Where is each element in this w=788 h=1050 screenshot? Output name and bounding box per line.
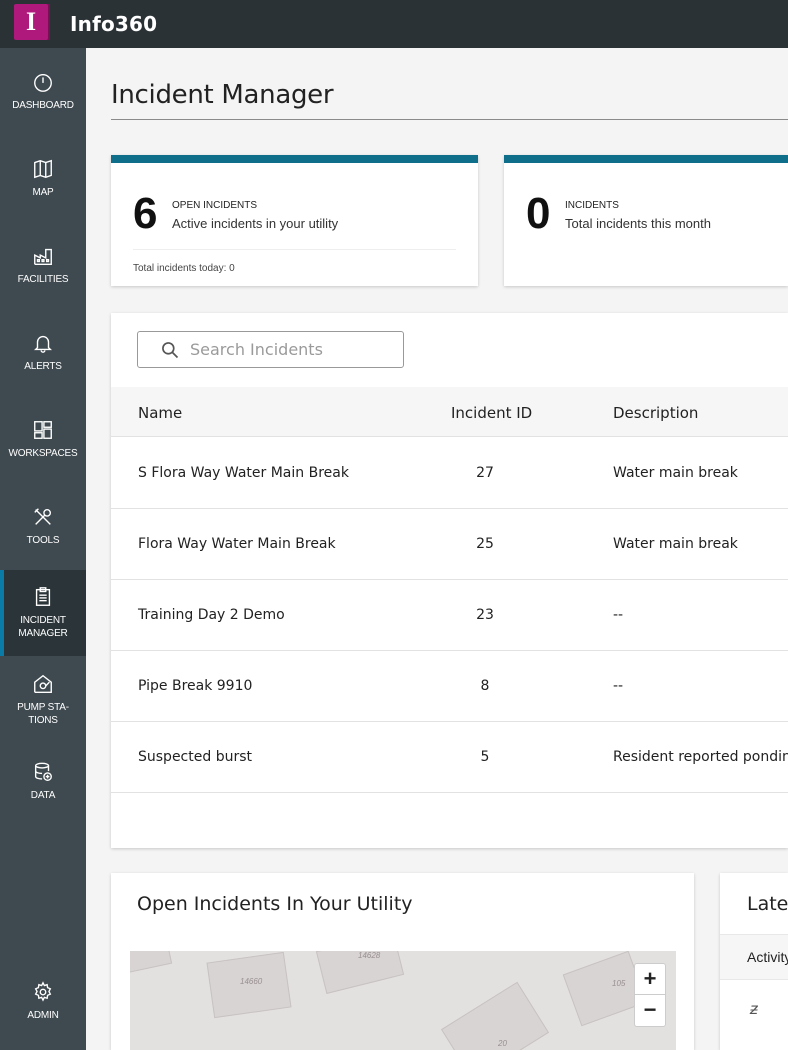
logo-letter: I [25,7,37,36]
latest-activity-card: Latest Activity ƶ [720,873,788,1050]
column-header-description[interactable]: Description [613,404,698,422]
grid-icon [34,420,52,439]
gauge-icon [34,73,52,92]
card-divider [133,249,456,250]
sidebar-item-facilities[interactable]: FACILITIES [0,222,86,308]
title-divider [111,119,788,120]
incidents-today-text: Total incidents today: 0 [133,263,235,274]
map-parcel-label: 105 [612,979,626,988]
table-header: Name Incident ID Description [111,387,788,437]
incident-name: Flora Way Water Main Break [138,536,336,552]
table-row[interactable]: Flora Way Water Main Break 25 Water main… [111,509,788,580]
open-incidents-count: 6 [133,189,158,238]
app-logo[interactable]: I [12,0,60,48]
map-panel-title: Open Incidents In Your Utility [137,893,413,915]
incident-name: Training Day 2 Demo [138,607,285,623]
sidebar: DASHBOARD MAP FACILITIES ALERTS WORKSPAC… [0,48,86,1050]
column-header-activity: Activity [747,949,788,965]
activity-type-icon: ƶ [750,1001,758,1018]
bell-icon [34,335,52,353]
sidebar-item-label: WORKSPACES [8,447,78,459]
search-icon [162,341,179,358]
database-icon [34,762,52,781]
incident-description: Resident reported ponding [613,749,788,765]
table-row[interactable]: Training Day 2 Demo 23 -- [111,580,788,651]
sidebar-item-map[interactable]: MAP [0,135,86,221]
latest-table-header: Activity [720,934,788,980]
open-incidents-map-card: Open Incidents In Your Utility 14660 146… [111,873,694,1050]
incidents-table-card: Name Incident ID Description S Flora Way… [111,313,788,848]
search-input[interactable] [190,340,390,359]
pump-station-icon [34,674,52,693]
open-incidents-card: 6 OPEN INCIDENTS Active incidents in you… [111,155,478,286]
table-row[interactable]: Pipe Break 9910 8 -- [111,651,788,722]
table-row[interactable]: Suspected burst 5 Resident reported pond… [111,722,788,793]
sidebar-item-label: ADMIN [27,1009,59,1021]
incident-description: Water main break [613,465,738,481]
gear-icon [34,980,52,1002]
map-parcel-label: 14660 [240,977,263,986]
open-incidents-subtitle: Active incidents in your utility [172,216,339,231]
table-row[interactable]: S Flora Way Water Main Break 27 Water ma… [111,438,788,509]
monthly-incidents-subtitle: Total incidents this month [565,216,711,231]
incident-name: Suspected burst [138,749,252,765]
sidebar-item-label: ALERTS [24,360,62,372]
sidebar-item-alerts[interactable]: ALERTS [0,309,86,395]
map-building [440,981,550,1050]
sidebar-item-dashboard[interactable]: DASHBOARD [0,48,86,134]
incident-id: 27 [476,465,494,481]
map-building [130,951,173,974]
map-zoom-control: + − [634,963,666,1027]
map-parcel-label: 14628 [358,951,381,960]
sidebar-item-label: DASHBOARD [12,99,74,111]
incident-description: Water main break [613,536,738,552]
latest-panel-title: Latest [747,893,788,915]
sidebar-item-label: TOOLS [26,534,60,546]
main-content: Incident Manager 6 OPEN INCIDENTS Active… [86,48,788,1050]
incident-id: 25 [476,536,494,552]
column-header-incident-id[interactable]: Incident ID [451,404,532,422]
incidents-map[interactable]: 14660 14628 105 20 + − [130,951,676,1050]
sidebar-item-incident-manager[interactable]: INCIDENT MANAGER [0,570,86,656]
incident-description: -- [613,678,624,694]
sidebar-item-label: FACILITIES [17,273,69,285]
monthly-incidents-count: 0 [526,189,551,238]
open-incidents-caption: OPEN INCIDENTS [172,200,258,211]
map-icon [34,159,52,178]
incident-id: 8 [480,678,490,694]
clipboard-icon [35,587,51,606]
sidebar-item-tools[interactable]: TOOLS [0,483,86,569]
monthly-incidents-caption: INCIDENTS [565,200,619,211]
zoom-out-button[interactable]: − [635,995,665,1026]
top-bar: I Info360 [0,0,788,48]
sidebar-item-label: DATA [30,789,56,801]
sidebar-item-workspaces[interactable]: WORKSPACES [0,396,86,482]
sidebar-item-pump-stations[interactable]: PUMP STA-TIONS [0,657,86,743]
sidebar-item-data[interactable]: DATA [0,738,86,824]
incident-name: S Flora Way Water Main Break [138,465,349,481]
factory-icon [34,248,52,265]
page-title: Incident Manager [111,80,334,110]
sidebar-item-label: INCIDENT MANAGER [18,615,68,639]
map-parcel-label: 20 [498,1039,507,1048]
incident-description: -- [613,607,624,623]
sidebar-item-admin[interactable]: ADMIN [0,958,86,1044]
sidebar-item-label: MAP [32,186,54,198]
app-title: Info360 [70,12,158,36]
zoom-in-button[interactable]: + [635,964,665,995]
incident-name: Pipe Break 9910 [138,678,253,694]
incident-id: 5 [480,749,490,765]
monthly-incidents-card: 0 INCIDENTS Total incidents this month [504,155,788,286]
incident-id: 23 [476,607,494,623]
column-header-name[interactable]: Name [138,404,182,422]
sidebar-item-label: PUMP STA-TIONS [17,702,69,726]
search-box[interactable] [137,331,404,368]
tools-icon [34,507,52,525]
